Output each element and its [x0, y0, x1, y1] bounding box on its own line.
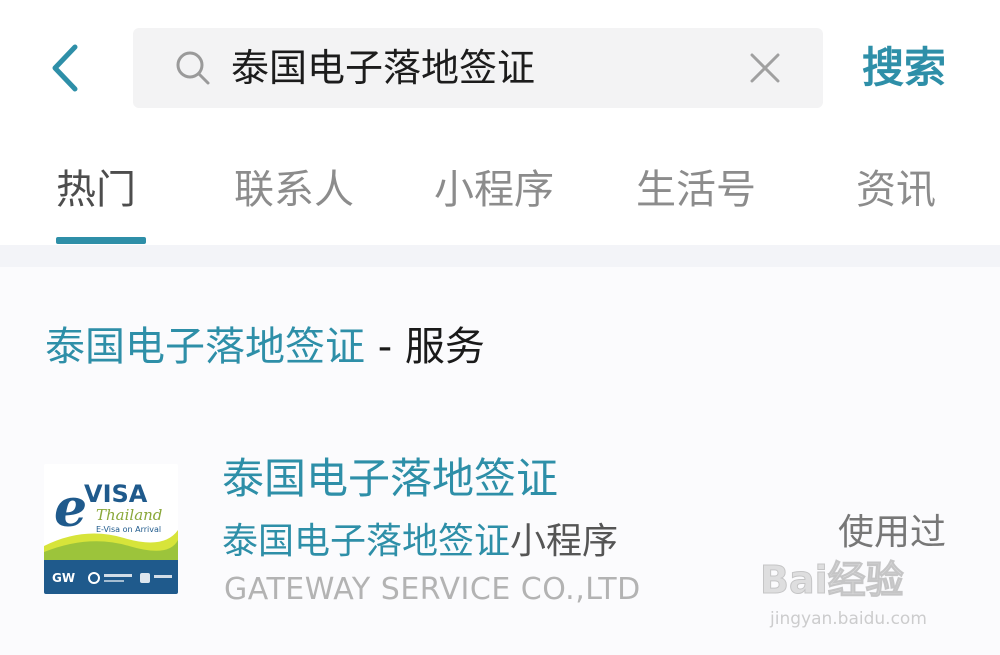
tab-contacts[interactable]: 联系人: [234, 160, 354, 220]
tab-news[interactable]: 资讯: [856, 160, 936, 220]
section-title-keyword: 泰国电子落地签证: [45, 324, 365, 370]
svg-text:e: e: [54, 478, 87, 539]
result-subtitle-keyword: 泰国电子落地签证: [222, 521, 511, 562]
tab-life-accounts[interactable]: 生活号: [636, 160, 756, 220]
active-tab-indicator: [56, 237, 146, 244]
search-results-page: 搜索 热门 联系人 小程序 生活号 资讯 泰国电子落地签证 - 服务: [0, 0, 1000, 655]
result-title: 泰国电子落地签证: [222, 454, 559, 503]
watermark: Bai经验 jingyan.baidu.com: [760, 555, 960, 645]
watermark-logo: Bai经验: [760, 558, 905, 603]
svg-text:Thailand: Thailand: [96, 506, 162, 524]
svg-text:E-Visa on Arrival: E-Visa on Arrival: [96, 525, 161, 534]
section-title: 泰国电子落地签证 - 服务: [45, 317, 485, 377]
tab-mini-programs[interactable]: 小程序: [434, 160, 554, 220]
search-input[interactable]: [231, 38, 731, 98]
result-company: GATEWAY SERVICE CO.,LTD: [224, 572, 641, 607]
result-subtitle: 泰国电子落地签证小程序: [222, 517, 618, 567]
chevron-left-icon: [52, 44, 78, 92]
watermark-url: jingyan.baidu.com: [770, 609, 927, 629]
app-logo: e VISA Thailand E-Visa on Arrival GW: [44, 464, 178, 594]
search-header: 搜索: [0, 0, 1000, 130]
search-button[interactable]: 搜索: [862, 38, 946, 98]
svg-text:VISA: VISA: [84, 480, 148, 508]
back-button[interactable]: [40, 40, 90, 96]
svg-text:GW: GW: [52, 571, 75, 585]
category-tabs: 热门 联系人 小程序 生活号 资讯: [0, 130, 1000, 245]
search-icon: [176, 51, 210, 85]
section-title-suffix: - 服务: [365, 324, 485, 370]
tab-hot[interactable]: 热门: [56, 160, 136, 220]
result-subtitle-type: 小程序: [510, 521, 619, 562]
close-icon: [750, 53, 780, 83]
used-badge: 使用过: [838, 512, 947, 553]
clear-search-button[interactable]: [743, 46, 787, 90]
section-divider: [0, 245, 1000, 267]
search-box[interactable]: [133, 28, 823, 108]
evisa-logo-icon: e VISA Thailand E-Visa on Arrival GW: [44, 464, 178, 594]
